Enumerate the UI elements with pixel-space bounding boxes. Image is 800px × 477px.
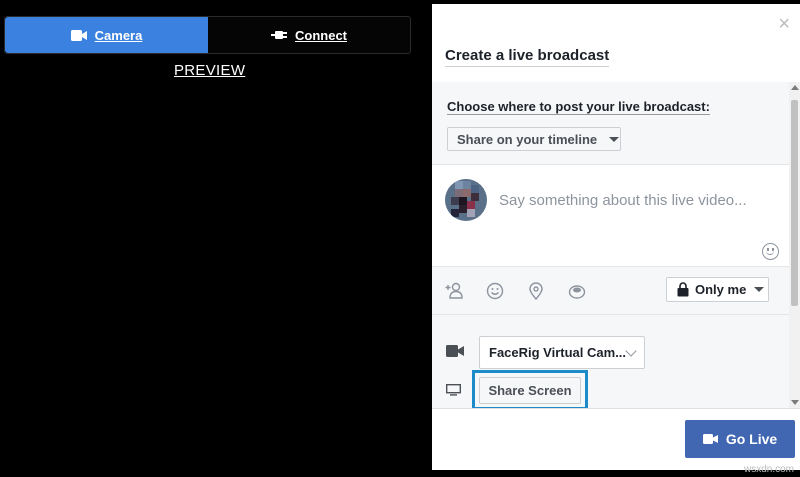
tab-connect[interactable]: Connect	[208, 17, 410, 53]
sticker-icon[interactable]	[568, 282, 586, 300]
camera-source-select[interactable]: FaceRig Virtual Cam...	[479, 336, 645, 369]
close-icon[interactable]: ×	[778, 14, 790, 34]
share-destination-dropdown[interactable]: Share on your timeline	[447, 127, 621, 151]
share-screen-button[interactable]: Share Screen	[479, 377, 581, 404]
monitor-icon	[446, 384, 461, 396]
choose-destination-label: Choose where to post your live broadcast…	[447, 99, 710, 115]
plug-icon	[271, 31, 287, 39]
video-camera-icon	[446, 345, 464, 357]
scroll-thumb[interactable]	[791, 100, 798, 306]
preview-label: PREVIEW	[174, 62, 246, 79]
panel-title: Create a live broadcast	[445, 47, 610, 67]
avatar	[445, 179, 487, 221]
emoji-icon[interactable]	[762, 243, 779, 260]
smiley-icon[interactable]	[486, 282, 504, 300]
composer[interactable]: Say something about this live video...	[432, 164, 789, 267]
audience-value: Only me	[695, 282, 747, 297]
video-camera-icon	[702, 434, 718, 444]
tab-camera-label: Camera	[94, 27, 143, 43]
camera-source-value: FaceRig Virtual Cam...	[489, 345, 627, 360]
go-live-label: Go Live	[725, 431, 778, 447]
location-pin-icon[interactable]	[527, 282, 545, 300]
share-destination-value: Share on your timeline	[457, 131, 598, 147]
caret-down-icon	[609, 136, 620, 142]
caret-down-icon	[754, 287, 765, 292]
tag-person-icon[interactable]	[445, 282, 463, 300]
composer-placeholder[interactable]: Say something about this live video...	[499, 192, 747, 209]
app-root: Camera Connect PREVIEW × Create a live b…	[0, 0, 800, 477]
watermark: wsxdn.com	[743, 464, 794, 475]
tab-connect-label: Connect	[295, 27, 347, 43]
source-tabs: Camera Connect	[4, 16, 411, 54]
tab-camera[interactable]: Camera	[5, 17, 208, 53]
scroll-down-arrow-icon[interactable]	[791, 400, 799, 405]
scroll-up-arrow-icon[interactable]	[791, 85, 799, 90]
scrollbar[interactable]	[789, 82, 800, 408]
audience-selector[interactable]: Only me	[666, 277, 769, 302]
lock-icon	[677, 282, 689, 297]
chevron-down-icon	[625, 345, 637, 357]
broadcast-panel: × Create a live broadcast Choose where t…	[432, 4, 800, 470]
go-live-button[interactable]: Go Live	[685, 420, 795, 458]
video-camera-icon	[70, 29, 87, 41]
